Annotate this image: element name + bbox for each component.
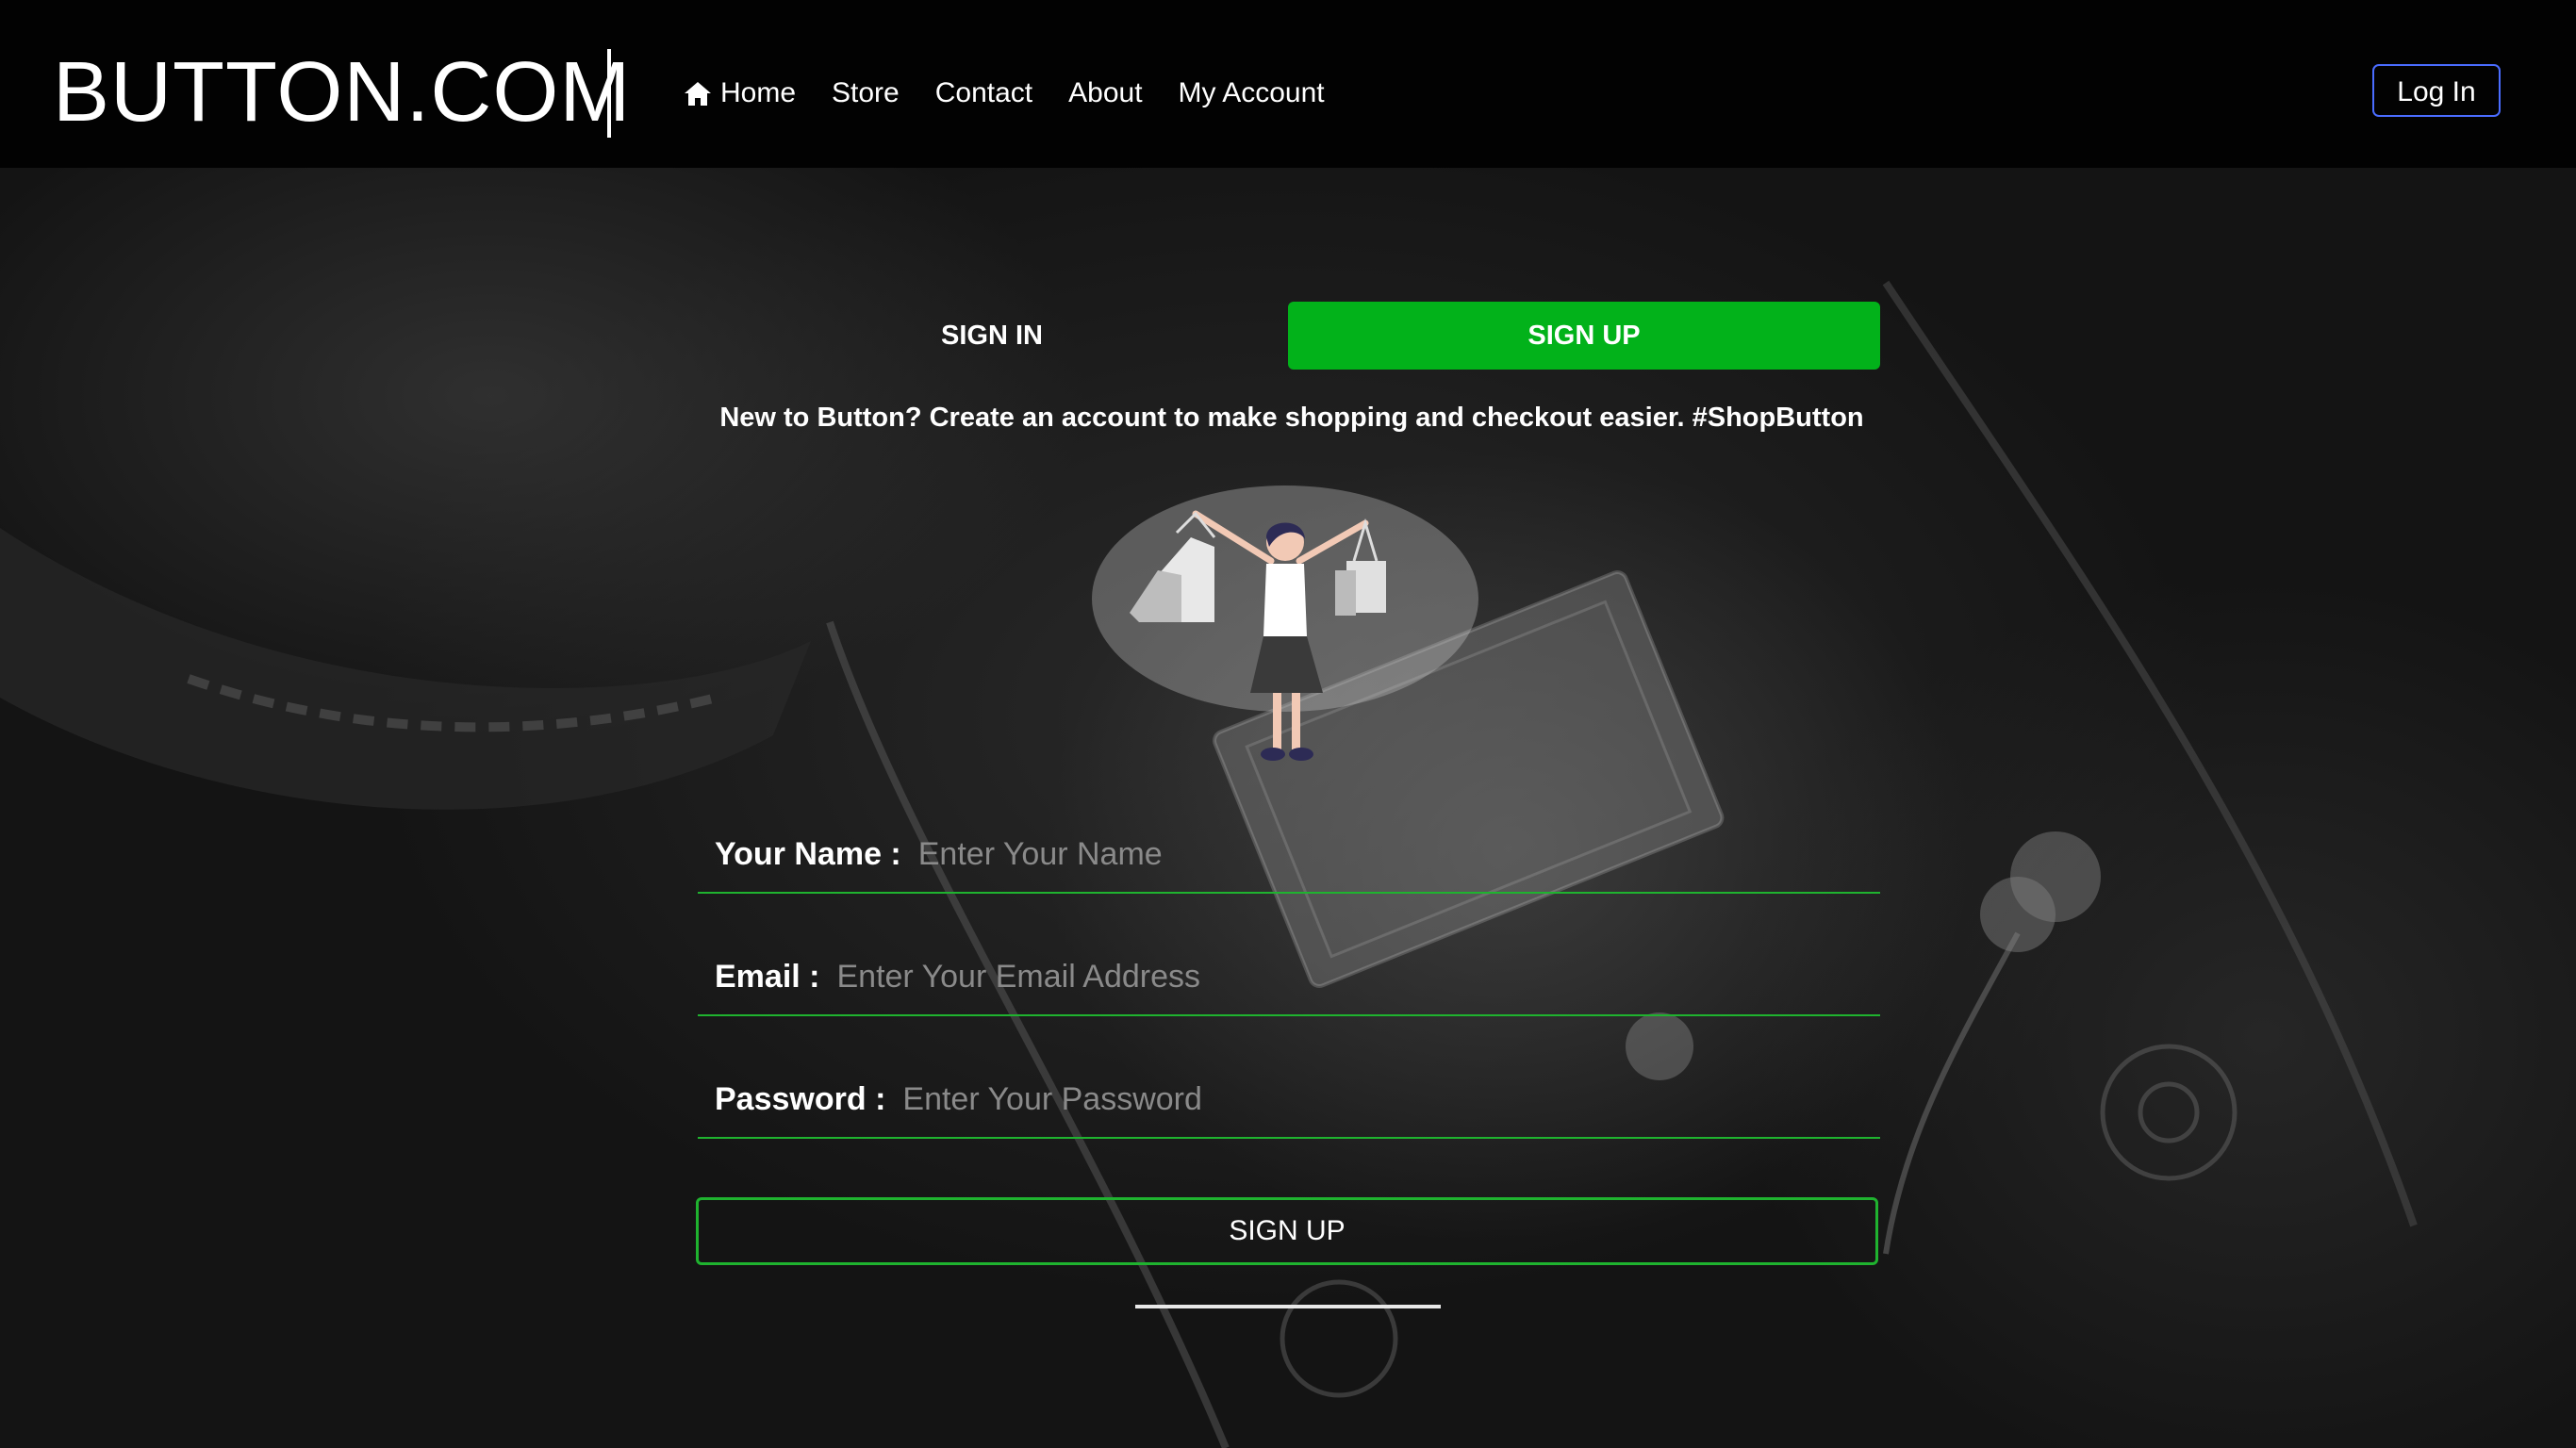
brand-logo[interactable]: BUTTON.COM — [53, 36, 631, 149]
top-navbar: BUTTON.COM Home Store Contact About My A… — [0, 0, 2576, 168]
nav-home-label: Home — [720, 77, 797, 108]
email-label: Email : — [715, 958, 820, 995]
password-input[interactable] — [885, 1079, 1880, 1119]
nav-about-link[interactable]: About — [1068, 70, 1142, 117]
name-label: Your Name : — [715, 835, 901, 872]
shopping-woman-illustration — [1092, 485, 1478, 761]
home-icon — [685, 82, 711, 106]
name-field: Your Name : — [698, 816, 1880, 894]
nav-links: Home Store Contact About My Account — [683, 70, 1325, 117]
name-input[interactable] — [900, 834, 1880, 874]
login-button[interactable]: Log In — [2372, 64, 2501, 117]
nav-contact-link[interactable]: Contact — [935, 70, 1032, 117]
tab-sign-in[interactable]: SIGN IN — [696, 302, 1288, 370]
email-input[interactable] — [819, 957, 1880, 996]
sign-up-submit-button[interactable]: SIGN UP — [696, 1197, 1878, 1265]
tab-sign-up[interactable]: SIGN UP — [1288, 302, 1880, 370]
brand-divider — [607, 49, 611, 138]
nav-my-account-link[interactable]: My Account — [1179, 70, 1325, 117]
password-field: Password : — [698, 1061, 1880, 1139]
signup-page: BUTTON.COM Home Store Contact About My A… — [0, 0, 2576, 1448]
signup-tagline: New to Button? Create an account to make… — [719, 403, 1864, 433]
password-label: Password : — [715, 1080, 886, 1117]
decorative-underline — [1135, 1305, 1441, 1308]
email-field: Email : — [698, 939, 1880, 1016]
nav-home-link[interactable]: Home — [683, 70, 796, 117]
nav-store-link[interactable]: Store — [832, 70, 900, 117]
